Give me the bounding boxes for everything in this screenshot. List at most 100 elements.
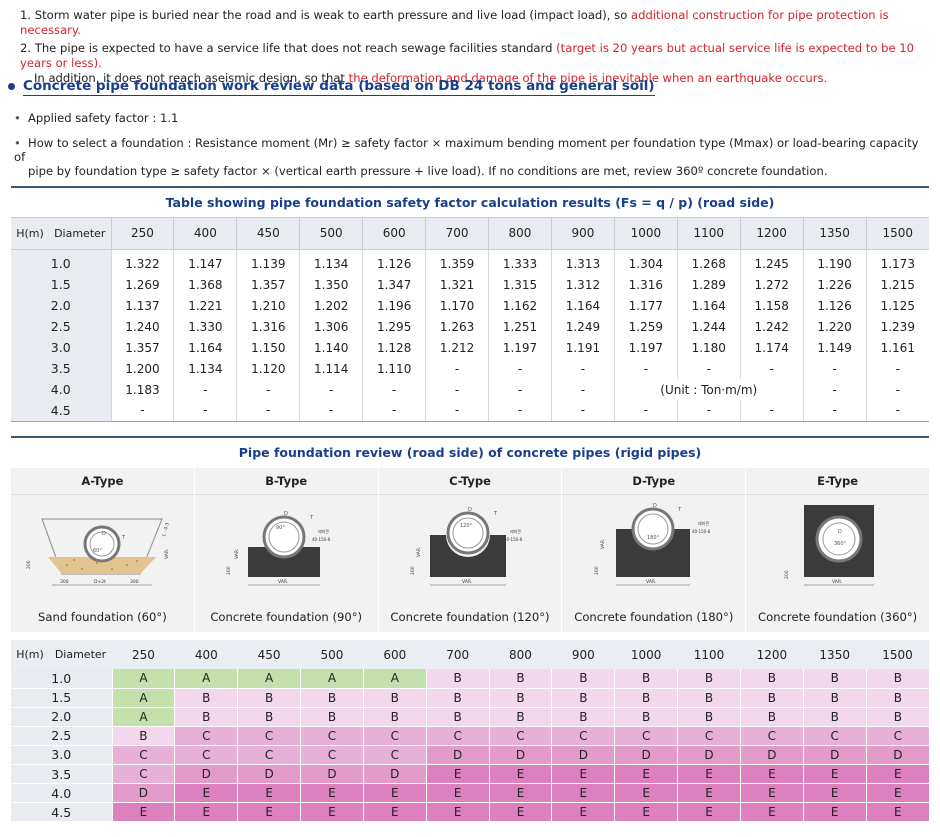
type-a-caption: Sand foundation (60°) [38, 610, 167, 624]
table-cell: 1.110 [362, 358, 426, 379]
table-cell: - [236, 379, 300, 400]
svg-text:VAR.: VAR. [234, 549, 240, 559]
table-cell: 1.180 [676, 337, 741, 358]
table-cell: 1.128 [362, 337, 426, 358]
table-cell: 1.158 [739, 295, 804, 316]
diameter-col-header: 250 [110, 218, 174, 250]
bullet-safety-factor: • Applied safety factor : 1.1 [14, 111, 179, 125]
foundation-type-table: H(m) Diameter 250 400 450 500 600 700 800 900 1000… [11, 640, 929, 823]
diameter-col-header: 1000 [613, 218, 678, 250]
table-cell: 1.368 [173, 274, 237, 295]
type-d-name: D-Type [562, 468, 746, 495]
foundation-type-cell: E [488, 783, 552, 804]
type-b-card: B-Type 90° D T 레미콘 40-150-8 VAR. 200 VAR… [193, 468, 378, 632]
table-cell: 1.251 [488, 316, 552, 337]
notes: 1. Storm water pipe is buried near the r… [20, 8, 935, 89]
foundation-type-cell: E [237, 802, 301, 823]
table-cell: 1.202 [299, 295, 363, 316]
table-cell: 1.350 [299, 274, 363, 295]
foundation-type-cell: D [425, 745, 490, 765]
foundation-type-cell: C [362, 726, 427, 746]
table-cell: - [802, 379, 867, 400]
section-title: Concrete pipe foundation work review dat… [8, 78, 655, 96]
type-a-card: A-Type 60° T D 300 D+2t 300 200 VAR. 1:… [11, 468, 194, 632]
table-cell: 1.240 [110, 316, 174, 337]
bullet-icon: • [14, 111, 21, 125]
foundation-type-cell: D [362, 764, 427, 785]
foundation-review-panel: Pipe foundation review (road side) of co… [11, 436, 929, 632]
svg-text:VAR.: VAR. [416, 547, 422, 557]
table-cell: 1.263 [425, 316, 489, 337]
foundation-type-cell: B [300, 688, 364, 708]
foundation-type-cell: C [174, 726, 238, 746]
table-cell: 1.269 [110, 274, 174, 295]
svg-text:40-150-8: 40-150-8 [692, 529, 711, 534]
table-cell: - [802, 358, 867, 379]
foundation-type-cell: B [237, 707, 301, 727]
table-cell: - [865, 379, 929, 400]
foundation-type-cell: B [677, 669, 741, 689]
svg-text:200: 200 [26, 560, 32, 569]
table-cell: 1.147 [173, 249, 237, 274]
h-cell: 4.0 [11, 379, 111, 400]
svg-text:D: D [653, 503, 657, 509]
foundation-type-cell: E [425, 783, 490, 804]
table-row: 4.5 E E E E E E E E E E E E E [11, 802, 929, 823]
diameter-col-header: 400 [174, 640, 238, 669]
foundation-type-cell: E [111, 802, 175, 823]
h-cell: 1.5 [11, 274, 111, 295]
table-row: 4.0 1.183- - - - - - - (Unit : Ton·m/m) - - [11, 379, 929, 400]
foundation-type-cell: E [677, 802, 741, 823]
h-cell: 1.0 [11, 669, 112, 689]
foundation-type-cell: B [802, 688, 867, 708]
table-cell: 1.245 [739, 249, 804, 274]
table-row: 1.5 A B B B B B B B B B B B B [11, 688, 929, 708]
svg-text:120°: 120° [460, 523, 473, 529]
table-cell: 1.162 [488, 295, 552, 316]
foundation-type-cell: B [237, 688, 301, 708]
type-c-name: C-Type [378, 468, 562, 495]
table-cell: 1.134 [299, 249, 363, 274]
diameter-col-header: 1350 [803, 640, 867, 669]
table-cell: 1.249 [550, 316, 615, 337]
svg-text:180°: 180° [647, 535, 660, 541]
table-cell: 1.215 [865, 274, 929, 295]
diameter-col-header: 1500 [865, 218, 929, 250]
foundation-type-cell: B [425, 688, 490, 708]
h-cell: 2.5 [11, 726, 112, 746]
foundation-type-cell: C [677, 726, 741, 746]
svg-text:T: T [309, 515, 314, 521]
table-row: 2.0 1.137 1.221 1.210 1.202 1.196 1.170 1.162 1.… [11, 295, 929, 316]
foundation-type-cell: B [551, 688, 615, 708]
type-d-card: D-Type 180° D T 레미콘 40-150-8 VAR. 200 VA… [561, 468, 746, 632]
table-cell: 1.316 [613, 274, 678, 295]
foundation-type-cell: E [551, 802, 615, 823]
foundation-type-cell: E [677, 783, 741, 804]
foundation-type-cell: E [739, 802, 804, 823]
table-cell: 1.134 [173, 358, 237, 379]
table-cell: - [425, 358, 489, 379]
foundation-type-cell: E [802, 783, 867, 804]
foundation-type-cell: D [614, 745, 678, 765]
foundation-type-cell: D [677, 745, 741, 765]
foundation-type-cell: E [614, 764, 678, 785]
foundation-type-cell: E [614, 802, 678, 823]
h-cell: 4.5 [11, 802, 112, 823]
foundation-type-grid: H(m) Diameter 250 400 450 500 600 700 800 900 1000… [11, 640, 929, 823]
foundation-type-cell: C [488, 726, 552, 746]
foundation-type-cell: C [614, 726, 678, 746]
foundation-type-cell: E [488, 802, 552, 823]
table-row: 3.0 C C C C C D D D D D D D D [11, 745, 929, 765]
sand-foundation-drawing: 60° T D 300 D+2t 300 200 VAR. 1 : 0.3 [11, 495, 194, 603]
svg-text:T: T [677, 507, 682, 513]
foundation-type-cell: E [174, 783, 238, 804]
table-row: 3.5 C D D D D E E E E E E E E [11, 764, 929, 785]
foundation-type-cell: B [425, 669, 490, 689]
table-cell: 1.244 [676, 316, 741, 337]
table-cell: 1.210 [236, 295, 300, 316]
diameter-col-header: 900 [551, 640, 615, 669]
table-cell: - [488, 400, 552, 422]
table-cell: 1.125 [865, 295, 929, 316]
foundation-type-cell: B [300, 707, 364, 727]
table-cell: 1.259 [613, 316, 678, 337]
